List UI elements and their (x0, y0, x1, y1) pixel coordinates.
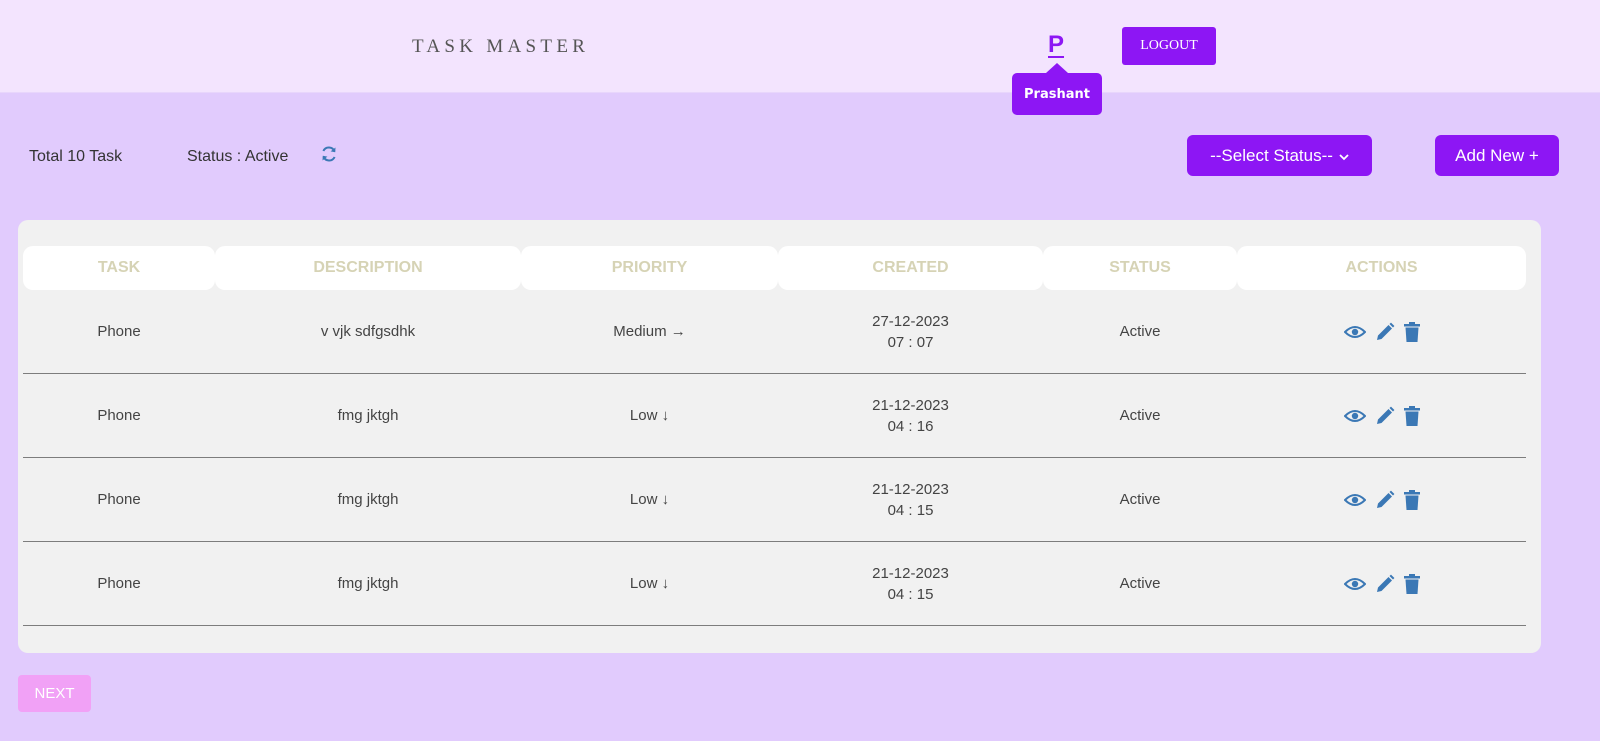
next-page-button[interactable]: NEXT (18, 675, 91, 712)
logout-button[interactable]: LOGOUT (1122, 27, 1216, 65)
eye-icon[interactable] (1343, 325, 1366, 339)
created-time: 07 : 07 (887, 333, 934, 351)
status-cell: Active (1119, 323, 1161, 340)
priority-cell: Medium → (613, 323, 686, 340)
status-select-dropdown[interactable]: --Select Status-- (1187, 135, 1372, 176)
pencil-icon[interactable] (1375, 322, 1395, 342)
status-cell: Active (1119, 575, 1161, 592)
description-cell: fmg jktgh (337, 407, 399, 424)
priority-cell: Low ↓ (629, 407, 670, 424)
task-cell: Phone (97, 575, 141, 592)
status-filter-label: Status : Active (187, 148, 289, 165)
pencil-icon[interactable] (1375, 406, 1395, 426)
description-cell: fmg jktgh (337, 491, 399, 508)
table-row: Phone fmg jktgh Low ↓ 21-12-2023 04 : 16… (23, 374, 1526, 458)
pencil-icon[interactable] (1375, 490, 1395, 510)
created-date: 21-12-2023 (872, 396, 949, 414)
user-avatar-initial[interactable]: P (1048, 31, 1064, 59)
column-header-actions: ACTIONS (1237, 246, 1526, 290)
priority-cell: Low ↓ (629, 491, 670, 508)
actions-cell (1237, 573, 1526, 594)
status-cell: Active (1119, 407, 1161, 424)
actions-cell (1237, 489, 1526, 510)
add-new-task-button[interactable]: Add New + (1435, 135, 1559, 176)
app-title: TASK MASTER (412, 36, 590, 57)
created-date: 27-12-2023 (872, 312, 949, 330)
actions-cell (1237, 321, 1526, 342)
eye-icon[interactable] (1343, 577, 1366, 591)
trash-icon[interactable] (1403, 321, 1420, 342)
column-header-status: STATUS (1043, 246, 1237, 290)
trash-icon[interactable] (1403, 405, 1420, 426)
table-row: Phone fmg jktgh Low ↓ 21-12-2023 04 : 15… (23, 542, 1526, 626)
priority-cell: Low ↓ (629, 575, 670, 592)
table-row: Phone fmg jktgh Low ↓ 21-12-2023 04 : 15… (23, 458, 1526, 542)
column-header-priority: PRIORITY (521, 246, 778, 290)
created-cell: 21-12-2023 04 : 15 (778, 563, 1043, 605)
chevron-down-icon (1339, 146, 1349, 166)
task-table: TASK DESCRIPTION PRIORITY CREATED STATUS… (18, 220, 1541, 653)
column-header-description: DESCRIPTION (215, 246, 521, 290)
table-header: TASK DESCRIPTION PRIORITY CREATED STATUS… (23, 246, 1526, 290)
status-cell: Active (1119, 491, 1161, 508)
actions-cell (1237, 405, 1526, 426)
created-cell: 21-12-2023 04 : 15 (778, 479, 1043, 521)
created-cell: 21-12-2023 04 : 16 (778, 395, 1043, 437)
created-cell: 27-12-2023 07 : 07 (778, 311, 1043, 353)
table-row: Phone v vjk sdfgsdhk Medium → 27-12-2023… (23, 290, 1526, 374)
trash-icon[interactable] (1403, 573, 1420, 594)
refresh-icon[interactable] (319, 144, 339, 164)
user-name-tooltip: Prashant (1012, 63, 1102, 115)
created-time: 04 : 16 (887, 417, 934, 435)
eye-icon[interactable] (1343, 409, 1366, 423)
description-cell: v vjk sdfgsdhk (320, 323, 416, 340)
created-time: 04 : 15 (887, 501, 934, 519)
eye-icon[interactable] (1343, 493, 1366, 507)
task-cell: Phone (97, 491, 141, 508)
status-select-label: --Select Status-- (1210, 145, 1333, 165)
pencil-icon[interactable] (1375, 574, 1395, 594)
task-cell: Phone (97, 323, 141, 340)
task-cell: Phone (97, 407, 141, 424)
created-time: 04 : 15 (887, 585, 934, 603)
description-cell: fmg jktgh (337, 575, 399, 592)
trash-icon[interactable] (1403, 489, 1420, 510)
app-header: TASK MASTER P LOGOUT (0, 0, 1600, 93)
total-task-count: Total 10 Task (29, 148, 123, 165)
created-date: 21-12-2023 (872, 480, 949, 498)
column-header-task: TASK (23, 246, 215, 290)
column-header-created: CREATED (778, 246, 1043, 290)
created-date: 21-12-2023 (872, 564, 949, 582)
